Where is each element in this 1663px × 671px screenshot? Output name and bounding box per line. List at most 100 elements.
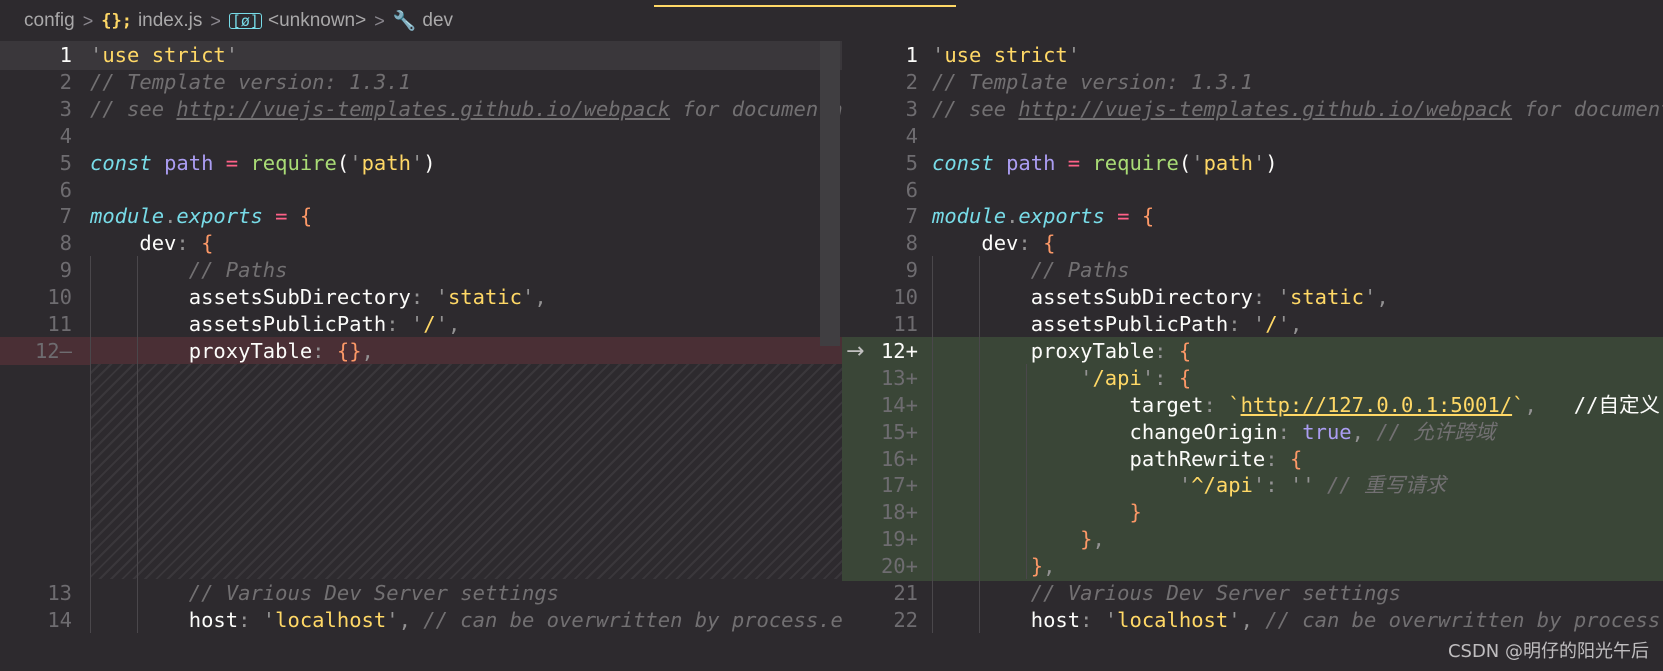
code-line[interactable]: 13+ '/api': { [842, 363, 1663, 393]
code-text: host: 'localhost', // can be overwritten… [932, 607, 1663, 632]
code-text: // Various Dev Server settings [1030, 581, 1402, 605]
code-text: // Various Dev Server settings [188, 581, 560, 605]
indent-guide [932, 256, 933, 633]
code-text: // see http://vuejs-templates.github.io/… [90, 96, 842, 121]
code-line[interactable]: 6 [842, 176, 1663, 205]
line-number: 21 [893, 581, 918, 605]
line-number: 6 [59, 177, 72, 202]
code-line[interactable]: 7 module.exports = { [842, 202, 1663, 231]
line-number: 7 [905, 204, 918, 229]
line-number: 12— [34, 338, 72, 363]
code-text: // Paths [1030, 258, 1130, 283]
line-number: 8 [59, 231, 72, 256]
code-line[interactable]: 19+ }, [842, 525, 1663, 554]
code-line[interactable]: 4 [0, 122, 842, 151]
line-number: 16+ [880, 446, 918, 471]
code-line[interactable]: 18+ } [842, 498, 1663, 527]
code-line[interactable]: 2 // Template version: 1.3.1 [842, 68, 1663, 97]
code-text: const path = require('path') [932, 150, 1278, 175]
breadcrumb-label: <unknown> [267, 10, 367, 31]
chevron-right-icon: > [374, 10, 385, 31]
breadcrumb-item-dev[interactable]: 🔧 dev [393, 9, 453, 33]
code-line[interactable]: 1 'use strict' [842, 41, 1663, 70]
line-number: 6 [905, 177, 918, 202]
line-number: 10 [893, 285, 918, 310]
diff-editor: config > {}; index.js > [ø] <unknown> > 🔧 d… [0, 0, 1663, 671]
code-text: // see http://vuejs-templates.github.io/… [932, 96, 1663, 121]
line-number: 2 [59, 69, 72, 94]
breadcrumb-item-config[interactable]: config [24, 10, 75, 32]
code-text: target: `http://127.0.0.1:5001/`, //自定义 [932, 392, 1660, 417]
code-line[interactable]: 10 assetsSubDirectory: 'static', [0, 283, 842, 312]
code-line[interactable]: 9 // Paths [842, 256, 1663, 285]
code-line[interactable]: 14 host: 'localhost', // can be overwrit… [0, 606, 842, 635]
code-line[interactable]: 10 assetsSubDirectory: 'static', [842, 283, 1663, 312]
code-text: pathRewrite: { [932, 446, 1303, 471]
original-editor-pane[interactable]: 1 'use strict' 2 // Template version: 1.3.1… [0, 41, 842, 671]
active-tab-indicator [654, 5, 956, 7]
code-text: 'use strict' [932, 43, 1081, 67]
code-line[interactable]: 21 // Various Dev Server settings [842, 579, 1663, 608]
code-text: '/api': { [1080, 365, 1192, 390]
line-number: 5 [59, 150, 72, 175]
code-line[interactable]: 5 const path = require('path') [842, 149, 1663, 178]
code-line[interactable]: 8 dev: { [0, 229, 842, 258]
code-text: assetsSubDirectory: 'static', [932, 285, 1389, 310]
line-number: 20+ [880, 554, 918, 579]
line-number: 15+ [880, 419, 918, 444]
indent-guide [137, 256, 138, 633]
code-text: } [1129, 500, 1142, 525]
code-line[interactable]: 4 [842, 122, 1663, 151]
line-number: 13 [47, 581, 72, 605]
breadcrumb-label: index.js [137, 10, 203, 31]
code-text: dev: { [932, 231, 1056, 256]
code-line[interactable]: 11 assetsPublicPath: '/', [0, 310, 842, 339]
code-line[interactable]: 13 // Various Dev Server settings [0, 579, 842, 608]
diff-gap-hatch [90, 363, 842, 579]
code-line[interactable]: 22 host: 'localhost', // can be overwrit… [842, 606, 1663, 635]
line-number: 14 [47, 607, 72, 632]
code-text: const path = require('path') [90, 150, 436, 175]
code-line[interactable]: 15+ changeOrigin: true, // 允许跨域 [842, 417, 1663, 447]
line-number: 2 [905, 69, 918, 94]
code-line[interactable]: 12— proxyTable: {}, [0, 336, 842, 366]
code-line[interactable]: 5 const path = require('path') [0, 149, 842, 178]
line-number: 9 [59, 258, 72, 283]
line-number: 11 [893, 312, 918, 336]
line-number: 19+ [880, 527, 918, 552]
chevron-right-icon: > [82, 10, 94, 31]
breadcrumb-item-unknown[interactable]: [ø] <unknown> [228, 10, 367, 32]
code-text: // Paths [188, 258, 288, 283]
code-line[interactable]: 3 // see http://vuejs-templates.github.io… [842, 95, 1663, 124]
breadcrumb-item-indexjs[interactable]: {}; index.js [101, 10, 202, 32]
line-number: 8 [905, 231, 918, 256]
code-line[interactable]: 6 [0, 176, 842, 205]
code-line[interactable]: 8 dev: { [842, 229, 1663, 258]
code-line[interactable]: 3 // see http://vuejs-templates.github.io… [0, 95, 842, 124]
vertical-scrollbar[interactable] [820, 41, 840, 346]
indent-guide [90, 256, 91, 633]
code-line[interactable]: 17+ '^/api': '' // 重写请求 [842, 471, 1663, 500]
code-line[interactable]: 2 // Template version: 1.3.1 [0, 68, 842, 97]
line-number: 4 [59, 123, 72, 148]
code-line[interactable]: 1 'use strict' [0, 41, 842, 70]
line-number: 18+ [880, 500, 918, 525]
code-line[interactable]: 20+ }, [842, 552, 1663, 581]
watermark: CSDN @明仔的阳光午后 [1447, 641, 1649, 662]
line-number: 22 [893, 607, 918, 632]
code-line[interactable]: 12+ proxyTable: { [842, 336, 1663, 366]
code-line[interactable]: 9 // Paths [0, 256, 842, 285]
code-line[interactable]: 11 assetsPublicPath: '/', [842, 310, 1663, 339]
code-text: '^/api': '' // 重写请求 [1178, 473, 1446, 498]
revert-change-arrow-icon[interactable]: → [846, 339, 864, 364]
code-line[interactable]: 14+ target: `http://127.0.0.1:5001/`, //… [842, 390, 1663, 420]
code-line[interactable]: 16+ pathRewrite: { [842, 444, 1663, 474]
code-line[interactable]: 7 module.exports = { [0, 202, 842, 231]
code-text: // Template version: 1.3.1 [90, 69, 411, 94]
line-number: 7 [59, 204, 72, 229]
wrench-icon: 🔧 [392, 11, 417, 32]
modified-editor-pane[interactable]: 1 'use strict' 2 // Template version: 1.3.1… [842, 41, 1663, 671]
line-number: 1 [905, 43, 918, 67]
js-file-icon: {}; [101, 11, 132, 31]
code-text: proxyTable: {}, [90, 338, 374, 363]
